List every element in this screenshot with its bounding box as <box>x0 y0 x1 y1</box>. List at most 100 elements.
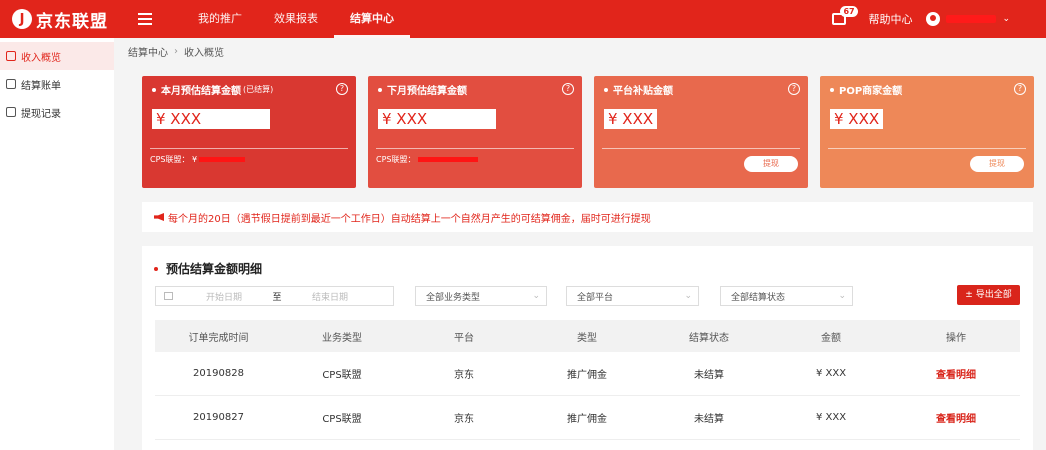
breadcrumb: 结算中心 › 收入概览 <box>128 44 224 59</box>
date-range-picker[interactable]: 开始日期 至 结束日期 <box>155 286 394 306</box>
chevron-down-icon: ⌄ <box>838 291 846 301</box>
column-header: 操作 <box>946 332 966 344</box>
top-right: 67 帮助中心 ⌄ <box>832 6 1046 27</box>
calendar-icon <box>164 292 173 300</box>
help-icon[interactable]: ? <box>788 83 800 95</box>
sidebar-item-settlement-bill[interactable]: 结算账单 <box>0 70 114 98</box>
list-icon <box>6 107 16 117</box>
main-nav: 我的推广 效果报表 结算中心 <box>182 0 410 38</box>
column-header: 平台 <box>454 332 474 344</box>
redacted-value <box>417 157 478 162</box>
table-cell: ¥ XXX <box>815 412 847 423</box>
table-header: 订单完成时间 业务类型 平台 类型 结算状态 金额 操作 <box>155 320 1020 352</box>
sidebar-item-label: 结算账单 <box>21 80 61 92</box>
table-cell: 推广佣金 <box>567 370 607 381</box>
column-header: 订单完成时间 <box>188 332 249 344</box>
help-link[interactable]: 帮助中心 <box>868 11 912 27</box>
card-current-month: 本月预估结算金额 (已结算) ? ¥ XXX CPS联盟： ¥ <box>142 76 356 188</box>
detail-panel: 预估结算金额明细 开始日期 至 结束日期 全部业务类型 ⌄ 全部平台 ⌄ 全部结算状… <box>142 246 1033 450</box>
business-type-select[interactable]: 全部业务类型 ⌄ <box>415 286 547 306</box>
divider <box>376 148 574 149</box>
logo[interactable]: J 京东联盟 <box>0 7 130 32</box>
nav-my-promotion[interactable]: 我的推广 <box>182 0 258 38</box>
card-amount: ¥ XXX <box>830 109 884 129</box>
start-date-input[interactable]: 开始日期 <box>181 290 267 303</box>
card-amount: ¥ XXX <box>604 109 658 129</box>
sidebar: 收入概览 结算账单 提现记录 <box>0 38 114 450</box>
detail-table: 订单完成时间 业务类型 平台 类型 结算状态 金额 操作 20190828 CP… <box>155 320 1020 440</box>
table-cell: 未结算 <box>694 370 724 381</box>
export-all-button[interactable]: ± 导出全部 <box>957 285 1020 305</box>
help-icon[interactable]: ? <box>1014 83 1026 95</box>
table-row: 20190828 CPS联盟 京东 推广佣金 未结算 ¥ XXX 查看明细 <box>155 352 1020 396</box>
chevron-down-icon: ⌄ <box>684 291 692 301</box>
sidebar-item-label: 提现记录 <box>21 108 61 120</box>
withdraw-button[interactable]: 提现 <box>970 156 1024 172</box>
view-details-link[interactable]: 查看明细 <box>892 366 1020 381</box>
table-cell: CPS联盟 <box>322 414 362 425</box>
withdraw-button[interactable]: 提现 <box>744 156 798 172</box>
summary-cards: 本月预估结算金额 (已结算) ? ¥ XXX CPS联盟： ¥ 下月预估结算金额 … <box>142 76 1034 188</box>
card-pop-merchant: POP商家金额 ? ¥ XXX 提现 <box>820 76 1034 188</box>
card-cps: CPS联盟： <box>376 154 478 165</box>
settlement-status-select[interactable]: 全部结算状态 ⌄ <box>720 286 853 306</box>
chevron-down-icon: ⌄ <box>532 291 540 301</box>
column-header: 业务类型 <box>322 332 362 344</box>
divider <box>602 148 800 149</box>
column-header: 类型 <box>577 332 597 344</box>
column-header: 金额 <box>821 332 841 344</box>
table-row: 20190827 CPS联盟 京东 推广佣金 未结算 ¥ XXX 查看明细 <box>155 396 1020 440</box>
nav-reports[interactable]: 效果报表 <box>258 0 334 38</box>
menu-icon[interactable] <box>138 13 152 25</box>
logo-text: 京东联盟 <box>36 11 108 32</box>
table-cell: 推广佣金 <box>567 414 607 425</box>
breadcrumb-item[interactable]: 结算中心 <box>128 44 168 59</box>
help-icon[interactable]: ? <box>336 83 348 95</box>
card-note: (已结算) <box>243 85 274 94</box>
card-amount: ¥ XXX <box>378 109 496 129</box>
breadcrumb-item: 收入概览 <box>184 48 224 59</box>
chevron-down-icon: ⌄ <box>1002 14 1010 24</box>
end-date-input[interactable]: 结束日期 <box>287 290 373 303</box>
table-cell: 未结算 <box>694 414 724 425</box>
settlement-notice: 每个月的20日（遇节假日提前到最近一个工作日）自动结算上一个自然月产生的可结算佣… <box>142 202 1033 232</box>
sidebar-item-label: 收入概览 <box>21 52 61 64</box>
card-amount: ¥ XXX <box>152 109 270 129</box>
top-bar: J 京东联盟 我的推广 效果报表 结算中心 67 帮助中心 ⌄ <box>0 0 1046 38</box>
nav-settlement-center[interactable]: 结算中心 <box>334 0 410 38</box>
divider <box>828 148 1026 149</box>
user-menu[interactable]: ⌄ <box>926 12 1010 26</box>
card-cps: CPS联盟： ¥ <box>150 154 246 165</box>
sidebar-item-withdraw-records[interactable]: 提现记录 <box>0 98 114 126</box>
calendar-icon <box>6 51 16 61</box>
card-title: 平台补贴金额 <box>613 86 673 97</box>
message-badge: 67 <box>840 6 858 17</box>
card-next-month: 下月预估结算金额 ? ¥ XXX CPS联盟： <box>368 76 582 188</box>
card-title: 下月预估结算金额 <box>387 86 467 97</box>
section-title: 预估结算金额明细 <box>154 260 262 277</box>
help-icon[interactable]: ? <box>562 83 574 95</box>
bill-icon <box>6 79 16 89</box>
sidebar-item-income-overview[interactable]: 收入概览 <box>0 42 114 70</box>
date-separator: 至 <box>272 292 282 303</box>
username-redacted <box>946 15 997 23</box>
platform-select[interactable]: 全部平台 ⌄ <box>566 286 699 306</box>
table-cell: 京东 <box>454 414 474 425</box>
chevron-right-icon: › <box>174 46 178 57</box>
message-icon[interactable]: 67 <box>832 6 858 25</box>
table-cell: 20190827 <box>193 412 244 423</box>
redacted-value <box>199 157 246 162</box>
table-cell: CPS联盟 <box>322 370 362 381</box>
card-platform-subsidy: 平台补贴金额 ? ¥ XXX 提现 <box>594 76 808 188</box>
table-cell: ¥ XXX <box>815 368 847 379</box>
logo-icon: J <box>12 9 32 29</box>
avatar <box>926 12 941 26</box>
speaker-icon <box>154 213 164 221</box>
notice-text: 每个月的20日（遇节假日提前到最近一个工作日）自动结算上一个自然月产生的可结算佣… <box>168 213 651 225</box>
table-cell: 20190828 <box>193 368 244 379</box>
table-cell: 京东 <box>454 370 474 381</box>
card-title: POP商家金额 <box>839 86 903 97</box>
divider <box>150 148 348 149</box>
card-title: 本月预估结算金额 <box>161 86 241 97</box>
view-details-link[interactable]: 查看明细 <box>892 410 1020 425</box>
